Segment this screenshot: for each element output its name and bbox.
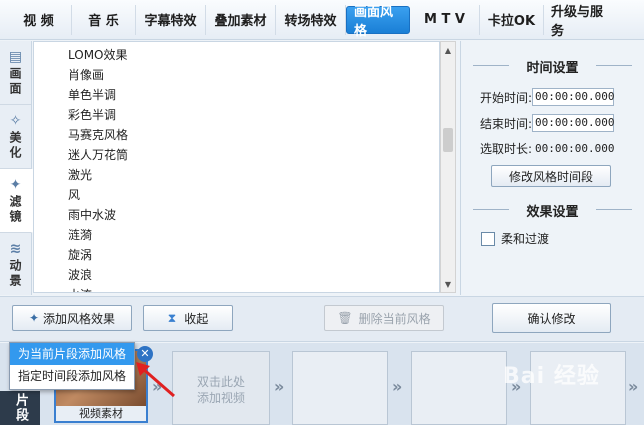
collapse-button[interactable]: ⧗ 收起	[143, 305, 233, 331]
tab-upgrade-service[interactable]: 升级与服务	[544, 5, 618, 39]
side-tab-beautify[interactable]: ✧ 美化	[0, 105, 31, 169]
effect-list-scrollbar[interactable]: ▲ ▼	[440, 41, 456, 293]
add-style-dropdown: 为当前片段添加风格 指定时间段添加风格	[9, 342, 135, 390]
end-time-input[interactable]: 00:00:00.000	[532, 114, 615, 132]
segment-label: 片段	[0, 391, 40, 425]
effect-item[interactable]: 迷人万花筒	[34, 145, 439, 165]
side-tab-bar: ▤ 画面 ✧ 美化 ✦ 滤镜 ≋ 动景	[0, 41, 33, 297]
action-bar: ✦ 添加风格效果 ⧗ 收起 🗑 删除当前风格 确认修改	[0, 296, 644, 342]
red-arrow-annotation	[136, 362, 175, 398]
effect-item[interactable]: 雨中水波	[34, 205, 439, 225]
effect-item[interactable]: 风	[34, 185, 439, 205]
tab-music[interactable]: 音 乐	[72, 4, 136, 35]
collapse-icon: ⧗	[167, 310, 177, 325]
smooth-transition-label: 柔和过渡	[501, 232, 550, 246]
tab-picture-style[interactable]: 画面风格	[346, 5, 410, 39]
effect-item[interactable]: 涟漪	[34, 225, 439, 245]
add-style-effect-button[interactable]: ✦ 添加风格效果	[12, 305, 132, 331]
sparkle-wand-icon: ✦	[9, 176, 22, 193]
chevron-right-icon: »	[628, 377, 639, 396]
duration-value: 00:00:00.000	[535, 142, 615, 155]
duration-label: 选取时长:	[480, 142, 533, 156]
clip-caption: 视频素材	[56, 406, 146, 421]
effect-item[interactable]: LOMO效果	[34, 45, 439, 65]
effect-item[interactable]: 彩色半调	[34, 105, 439, 125]
scroll-up-icon[interactable]: ▲	[441, 42, 455, 58]
wand-icon: ✧	[9, 112, 22, 129]
effect-item[interactable]: 波浪	[34, 265, 439, 285]
watermark: Bai 经验	[503, 364, 600, 389]
chevron-right-icon: »	[274, 377, 285, 396]
delete-current-style-button[interactable]: 🗑 删除当前风格	[324, 305, 444, 331]
menu-item-add-to-time-range[interactable]: 指定时间段添加风格	[10, 365, 134, 387]
effect-item[interactable]: 单色半调	[34, 85, 439, 105]
empty-clip-slot[interactable]	[292, 351, 388, 425]
side-tab-filter[interactable]: ✦ 滤镜	[0, 169, 33, 233]
tab-mtv[interactable]: M T V	[410, 4, 480, 35]
tab-overlay-material[interactable]: 叠加素材	[206, 4, 276, 35]
tab-karaoke[interactable]: 卡拉OK	[480, 4, 544, 35]
chevron-right-icon: »	[392, 377, 403, 396]
effect-item[interactable]: 马赛克风格	[34, 125, 439, 145]
effect-list: LOMO效果 肖像画 单色半调 彩色半调 马赛克风格 迷人万花筒 激光 风 雨中…	[33, 41, 440, 293]
effect-item[interactable]: 肖像画	[34, 65, 439, 85]
effect-item[interactable]: 激光	[34, 165, 439, 185]
confirm-modify-button[interactable]: 确认修改	[492, 303, 611, 333]
magic-wand-add-icon: ✦	[28, 311, 40, 325]
start-time-label: 开始时间:	[480, 90, 533, 105]
scroll-down-icon[interactable]: ▼	[441, 276, 455, 292]
effect-item[interactable]: 旋涡	[34, 245, 439, 265]
empty-clip-slot[interactable]	[411, 351, 507, 425]
smooth-transition-checkbox[interactable]	[481, 231, 495, 246]
time-settings-title: 时间设置	[461, 57, 644, 76]
settings-panel: 时间设置 开始时间: 00:00:00.000 结束时间: 00:00:00.0…	[460, 41, 644, 295]
tab-transition-effects[interactable]: 转场特效	[276, 4, 346, 35]
wave-icon: ≋	[9, 241, 22, 257]
end-time-label: 结束时间:	[480, 116, 533, 131]
start-time-input[interactable]: 00:00:00.000	[532, 88, 615, 106]
scroll-thumb[interactable]	[443, 128, 453, 152]
side-tab-picture[interactable]: ▤ 画面	[0, 41, 31, 105]
top-tab-bar: 视 频 音 乐 字幕特效 叠加素材 转场特效 画面风格 M T V 卡拉OK 升…	[0, 0, 644, 40]
modify-style-time-button[interactable]: 修改风格时间段	[491, 165, 611, 187]
tab-video[interactable]: 视 频	[6, 4, 72, 35]
frame-icon: ▤	[8, 48, 23, 65]
tab-subtitle-effects[interactable]: 字幕特效	[136, 4, 206, 35]
effect-settings-title: 效果设置	[461, 201, 644, 220]
menu-item-add-to-current-segment[interactable]: 为当前片段添加风格	[10, 343, 134, 365]
add-video-slot[interactable]: 双击此处 添加视频	[172, 351, 270, 425]
trash-icon: 🗑	[337, 311, 353, 325]
effect-item[interactable]: 水流	[34, 285, 439, 292]
side-tab-motion-scene[interactable]: ≋ 动景	[0, 233, 31, 297]
